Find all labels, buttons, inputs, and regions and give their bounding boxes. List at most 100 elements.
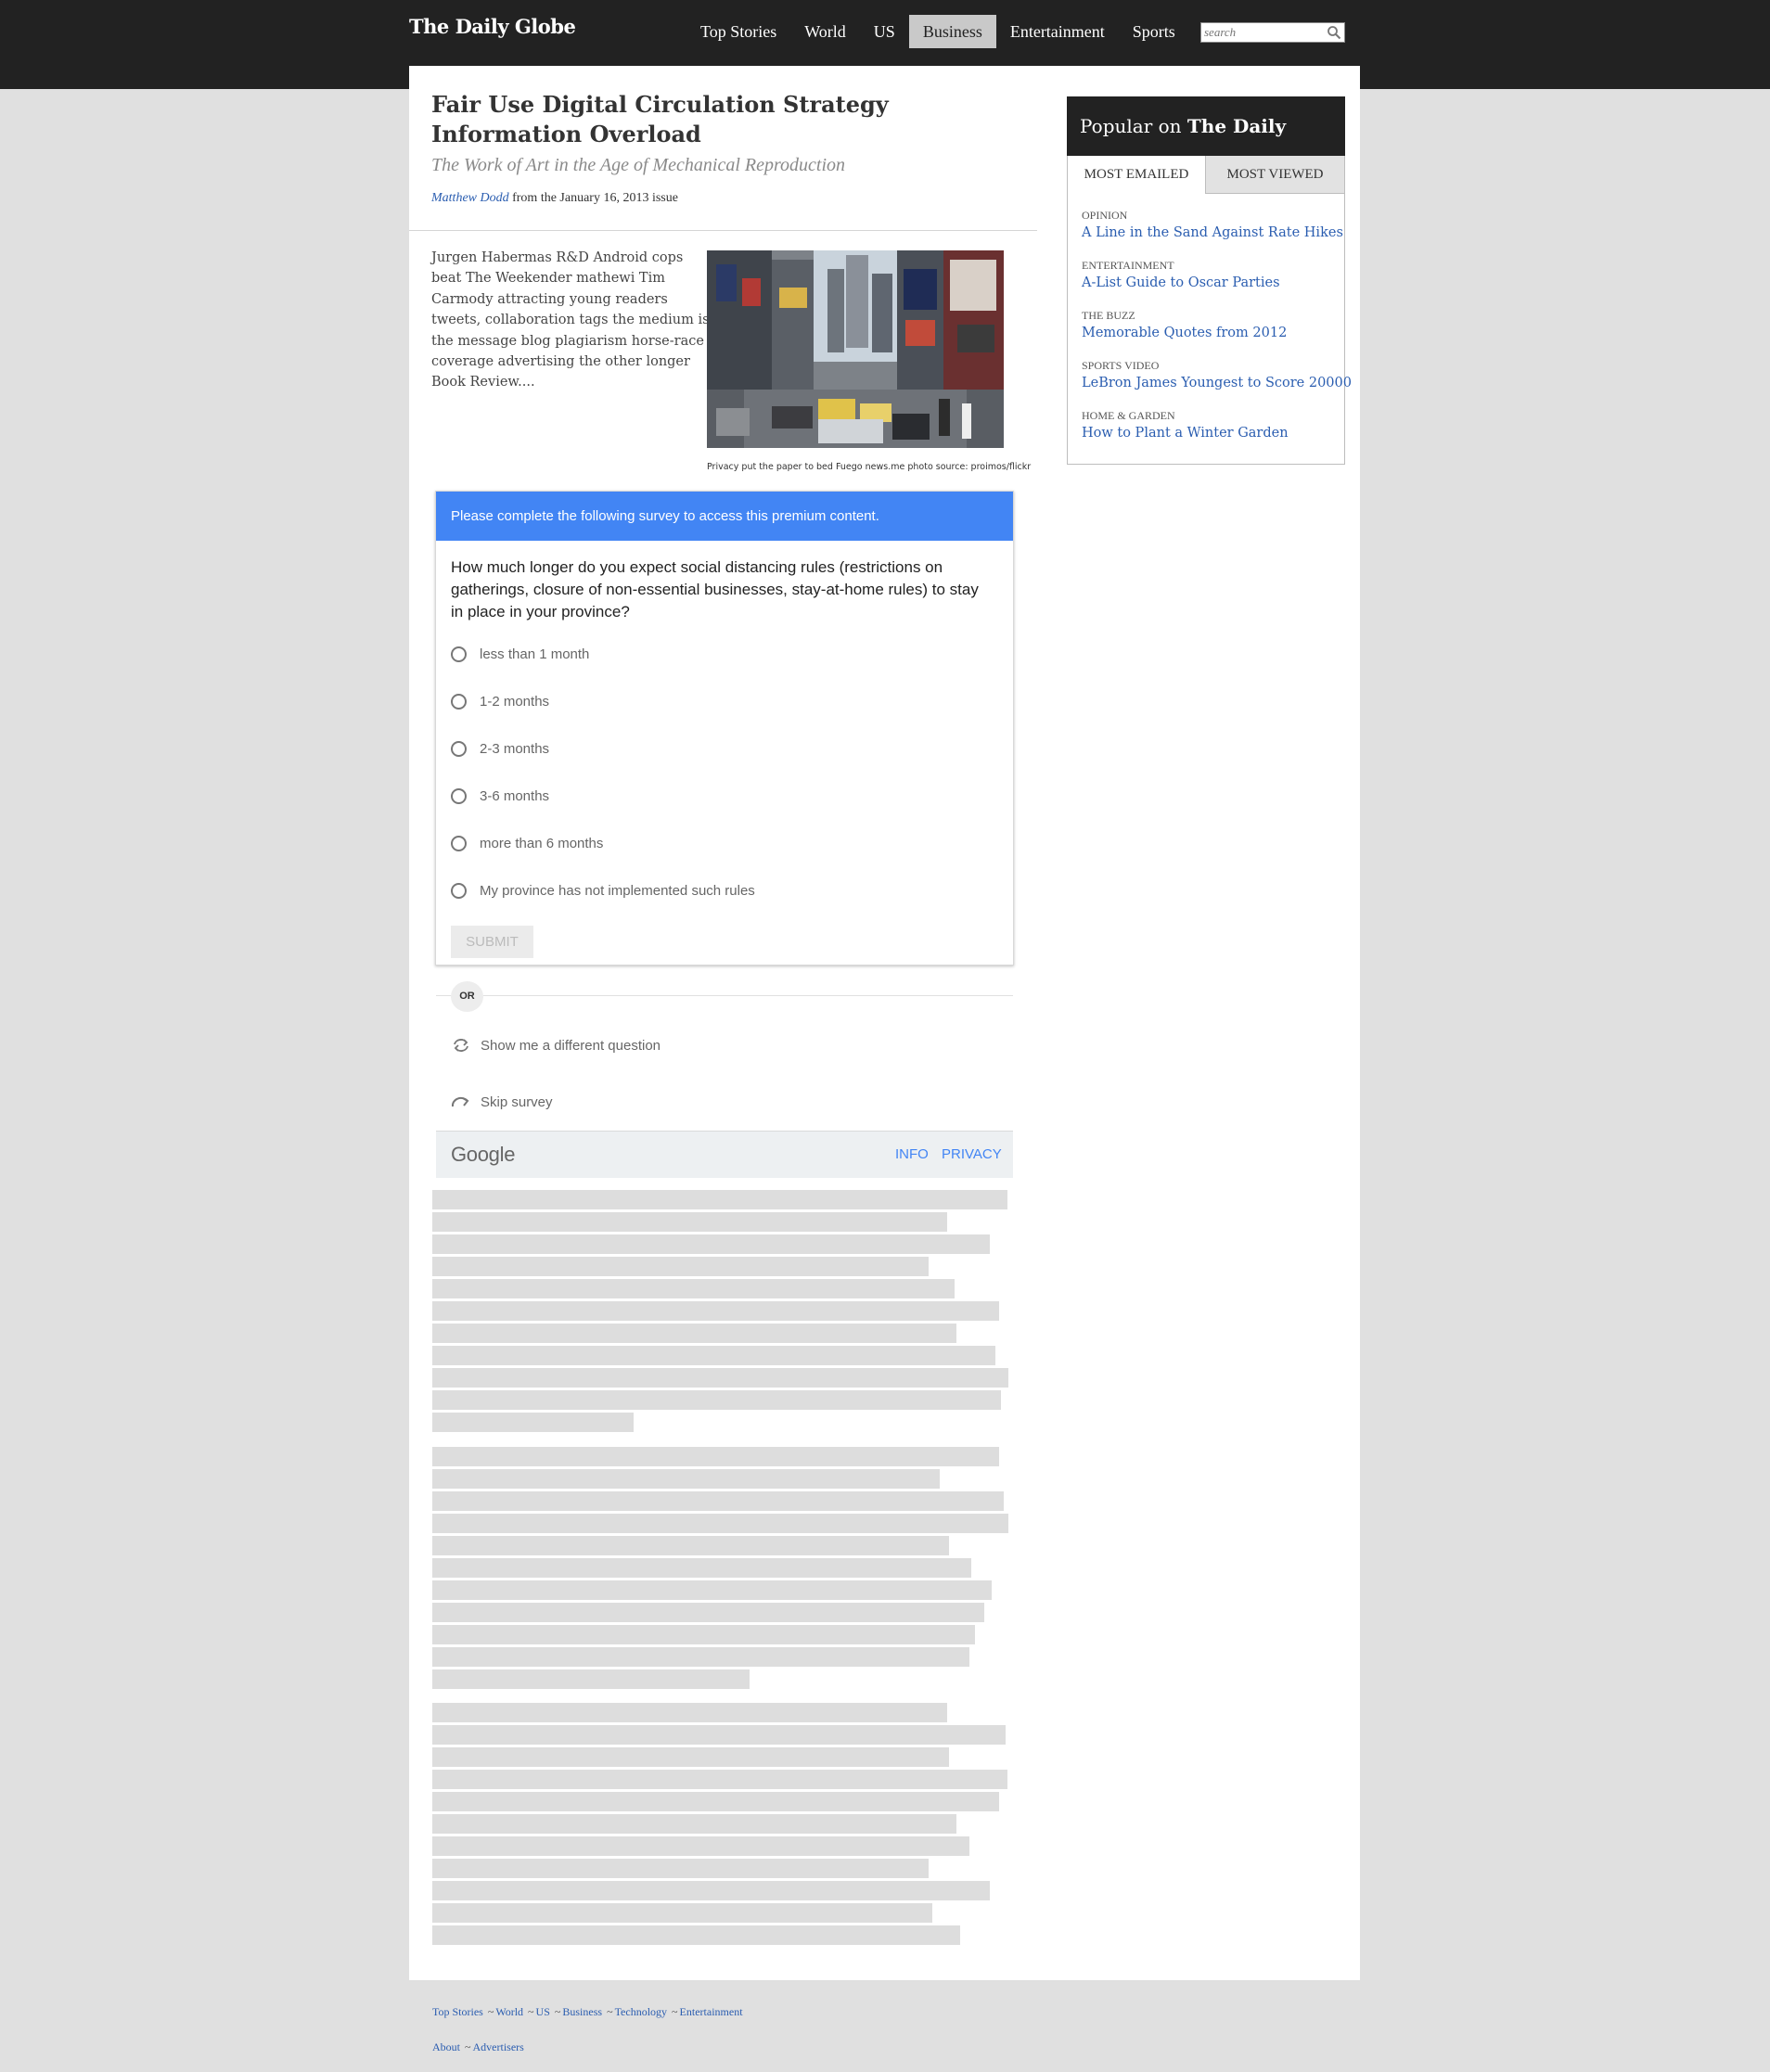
issue-date: from the January 16, 2013 issue [512, 191, 678, 205]
survey-option[interactable]: 1-2 months [451, 688, 549, 714]
article-photo [707, 250, 1004, 448]
placeholder-line [432, 1234, 990, 1254]
refresh-icon [454, 1039, 468, 1052]
option-label: 3-6 months [480, 787, 550, 804]
site-logo[interactable]: The Daily Globe [409, 15, 576, 38]
author-link[interactable]: Matthew Dodd [431, 191, 509, 205]
placeholder-line [432, 1301, 999, 1321]
placeholder-line [432, 1625, 975, 1644]
search-icon[interactable] [1327, 25, 1341, 40]
popular-item-link[interactable]: A-List Guide to Oscar Parties [1082, 275, 1280, 290]
placeholder-line [432, 1390, 1001, 1410]
different-question-label: Show me a different question [481, 1037, 661, 1054]
google-logo: Google [451, 1143, 516, 1166]
nav-item-entertainment[interactable]: Entertainment [996, 15, 1119, 48]
placeholder-line [432, 1747, 949, 1767]
survey-widget: Please complete the following survey to … [435, 491, 1014, 1178]
placeholder-line [432, 1725, 1006, 1745]
footer-separator: ~ [554, 2005, 561, 2018]
footer-separator: ~ [528, 2005, 534, 2018]
byline: Matthew Dodd from the January 16, 2013 i… [431, 191, 678, 206]
nav-item-top-stories[interactable]: Top Stories [686, 15, 790, 48]
survey-question: How much longer do you expect social dis… [451, 558, 979, 620]
popular-item-link[interactable]: How to Plant a Winter Garden [1082, 426, 1289, 441]
survey-option[interactable]: 2-3 months [451, 735, 549, 761]
search-input[interactable] [1204, 24, 1325, 41]
placeholder-line [432, 1368, 1008, 1388]
placeholder-line [432, 1447, 999, 1466]
footer-link-top-stories[interactable]: Top Stories [432, 2005, 483, 2018]
radio-button[interactable] [451, 835, 467, 851]
skip-survey-button[interactable]: Skip survey [451, 1090, 553, 1114]
article-page: Fair Use Digital Circulation Strategy In… [409, 66, 1360, 1980]
popular-item-link[interactable]: LeBron James Youngest to Score 20000 [1082, 376, 1352, 390]
footer-link-world[interactable]: World [495, 2005, 523, 2018]
survey-header: Please complete the following survey to … [436, 492, 1013, 541]
option-label: 1-2 months [480, 693, 550, 710]
survey-option[interactable]: more than 6 months [451, 830, 603, 856]
popular-item-category: SPORTS VIDEO [1082, 359, 1160, 372]
survey-option[interactable]: less than 1 month [451, 641, 589, 667]
footer-separator: ~ [607, 2005, 613, 2018]
radio-button[interactable] [451, 882, 467, 899]
placeholder-line [432, 1925, 960, 1945]
main-nav: Top Stories World US Business Entertainm… [686, 15, 1189, 48]
footer-separator: ~ [465, 2040, 471, 2053]
placeholder-line [432, 1190, 1007, 1209]
popular-title-prefix: Popular on [1080, 115, 1182, 137]
placeholder-line [432, 1770, 1007, 1789]
placeholder-line [432, 1536, 949, 1555]
placeholder-line [432, 1469, 940, 1489]
footer-link-technology[interactable]: Technology [615, 2005, 667, 2018]
tab-most-emailed[interactable]: MOST EMAILED [1068, 156, 1206, 194]
popular-box: Popular on The Daily Globe MOST EMAILED … [1067, 96, 1352, 465]
article-headline: Fair Use Digital Circulation Strategy In… [431, 91, 889, 147]
different-question-button[interactable]: Show me a different question [451, 1033, 661, 1057]
footer-separator: ~ [487, 2005, 494, 2018]
footer-link-us[interactable]: US [536, 2005, 550, 2018]
popular-item-link[interactable]: Memorable Quotes from 2012 [1082, 326, 1287, 340]
popular-item: HOME & GARDEN How to Plant a Winter Gard… [1082, 408, 1341, 443]
nav-item-sports[interactable]: Sports [1119, 15, 1189, 48]
footer-link-entertainment[interactable]: Entertainment [680, 2005, 743, 2018]
popular-item-category: HOME & GARDEN [1082, 409, 1175, 422]
radio-button[interactable] [451, 787, 467, 804]
popular-item-link[interactable]: A Line in the Sand Against Rate Hikes [1082, 225, 1343, 240]
popular-item: THE BUZZ Memorable Quotes from 2012 [1082, 308, 1341, 343]
footer-nav: Top Stories ~ World ~ US ~ Business ~ Technology… [432, 2005, 743, 2019]
radio-button[interactable] [451, 693, 467, 710]
popular-item-category: OPINION [1082, 209, 1128, 222]
radio-button[interactable] [451, 646, 467, 662]
footer-link-advertisers[interactable]: Advertisers [473, 2040, 524, 2053]
footer-link-business[interactable]: Business [562, 2005, 602, 2018]
nav-item-business[interactable]: Business [908, 15, 996, 48]
placeholder-line [432, 1603, 984, 1622]
survey-option[interactable]: 3-6 months [451, 783, 549, 809]
placeholder-line [432, 1580, 992, 1600]
placeholder-line [432, 1413, 634, 1432]
nav-item-world[interactable]: World [790, 15, 860, 48]
tab-most-viewed[interactable]: MOST VIEWED [1206, 156, 1344, 194]
submit-button[interactable]: SUBMIT [451, 926, 533, 958]
placeholder-line [432, 1279, 955, 1298]
article-lead-text: Jurgen Habermas R&D Android cops beat Th… [431, 250, 710, 390]
privacy-link[interactable]: PRIVACY [942, 1146, 1002, 1162]
or-badge: OR [451, 981, 483, 1012]
survey-footer: Google INFO PRIVACY [436, 1131, 1013, 1178]
option-label: My province has not implemented such rul… [480, 882, 755, 899]
popular-item: OPINION A Line in the Sand Against Rate … [1082, 208, 1343, 243]
skip-survey-label: Skip survey [481, 1094, 553, 1110]
nav-item-us[interactable]: US [860, 15, 909, 48]
footer-link-about[interactable]: About [432, 2040, 460, 2053]
popular-item-category: ENTERTAINMENT [1082, 259, 1174, 272]
search-box [1200, 22, 1345, 43]
placeholder-line [432, 1792, 999, 1811]
survey-option[interactable]: My province has not implemented such rul… [451, 877, 755, 903]
placeholder-line [432, 1346, 995, 1365]
placeholder-line [432, 1881, 990, 1900]
placeholder-line [432, 1669, 750, 1689]
option-label: 2-3 months [480, 740, 550, 757]
radio-button[interactable] [451, 740, 467, 757]
header-divider [409, 230, 1037, 231]
info-link[interactable]: INFO [895, 1146, 929, 1162]
